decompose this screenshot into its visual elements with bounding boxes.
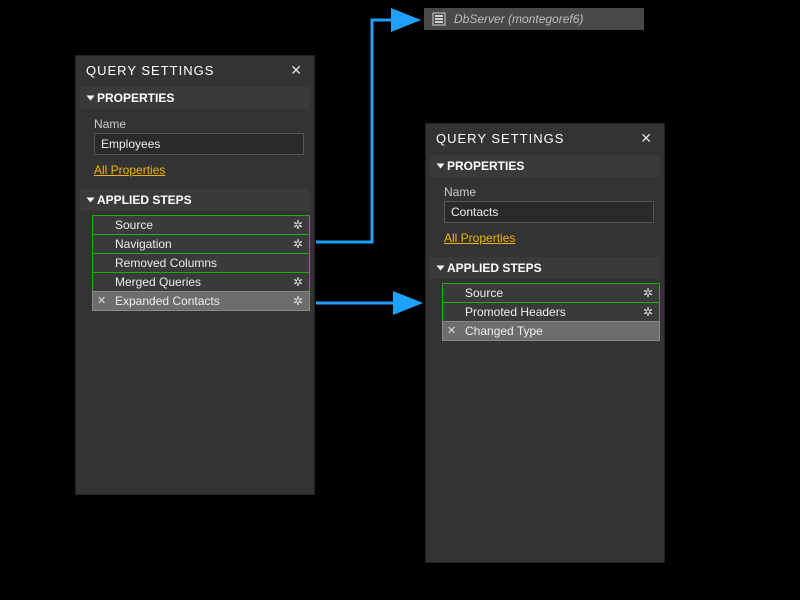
step-row[interactable]: ✕ Expanded Contacts ✲	[92, 291, 310, 311]
db-server-item[interactable]: DbServer (montegoref6)	[424, 8, 644, 30]
properties-heading: PROPERTIES	[447, 159, 524, 173]
applied-steps-section-header[interactable]: APPLIED STEPS	[80, 189, 310, 211]
step-label: Source	[115, 218, 153, 232]
collapse-icon	[87, 96, 95, 101]
properties-section-body: Name All Properties	[430, 179, 660, 253]
gear-icon[interactable]: ✲	[643, 305, 653, 319]
panel-title: QUERY SETTINGS	[436, 131, 564, 146]
step-label: Navigation	[115, 237, 172, 251]
step-row[interactable]: Removed Columns	[92, 253, 310, 273]
name-label: Name	[444, 185, 656, 199]
step-row[interactable]: ✕ Changed Type	[442, 321, 660, 341]
query-settings-panel-left: QUERY SETTINGS ✕ PROPERTIES Name All Pro…	[75, 55, 315, 495]
step-label: Changed Type	[465, 324, 543, 338]
all-properties-link[interactable]: All Properties	[444, 231, 515, 245]
steps-empty-area	[442, 341, 660, 541]
collapse-icon	[437, 266, 445, 271]
gear-icon[interactable]: ✲	[293, 237, 303, 251]
step-row[interactable]: Merged Queries ✲	[92, 272, 310, 292]
gear-icon[interactable]: ✲	[293, 218, 303, 232]
name-input[interactable]	[444, 201, 654, 223]
properties-heading: PROPERTIES	[97, 91, 174, 105]
collapse-icon	[87, 198, 95, 203]
panel-header: QUERY SETTINGS ✕	[76, 56, 314, 85]
properties-section-header[interactable]: PROPERTIES	[80, 87, 310, 109]
steps-empty-area	[92, 311, 310, 481]
name-label: Name	[94, 117, 306, 131]
gear-icon[interactable]: ✲	[293, 294, 303, 308]
step-label: Expanded Contacts	[115, 294, 220, 308]
gear-icon[interactable]: ✲	[643, 286, 653, 300]
step-row[interactable]: Navigation ✲	[92, 234, 310, 254]
panel-title: QUERY SETTINGS	[86, 63, 214, 78]
step-row[interactable]: Source ✲	[442, 283, 660, 303]
query-settings-panel-right: QUERY SETTINGS ✕ PROPERTIES Name All Pro…	[425, 123, 665, 563]
all-properties-link[interactable]: All Properties	[94, 163, 165, 177]
name-input[interactable]	[94, 133, 304, 155]
gear-icon[interactable]: ✲	[293, 275, 303, 289]
step-label: Promoted Headers	[465, 305, 566, 319]
close-icon[interactable]: ✕	[638, 130, 654, 147]
collapse-icon	[437, 164, 445, 169]
database-icon	[432, 12, 446, 26]
applied-steps-list: Source ✲ Promoted Headers ✲ ✕ Changed Type	[442, 283, 660, 341]
applied-steps-heading: APPLIED STEPS	[447, 261, 542, 275]
applied-steps-list: Source ✲ Navigation ✲ Removed Columns Merged…	[92, 215, 310, 311]
step-row[interactable]: Promoted Headers ✲	[442, 302, 660, 322]
applied-steps-section-header[interactable]: APPLIED STEPS	[430, 257, 660, 279]
close-icon[interactable]: ✕	[288, 62, 304, 79]
delete-step-icon[interactable]: ✕	[447, 324, 456, 337]
properties-section-body: Name All Properties	[80, 111, 310, 185]
properties-section-header[interactable]: PROPERTIES	[430, 155, 660, 177]
step-label: Merged Queries	[115, 275, 201, 289]
step-row[interactable]: Source ✲	[92, 215, 310, 235]
db-server-label: DbServer (montegoref6)	[454, 12, 583, 26]
step-label: Source	[465, 286, 503, 300]
delete-step-icon[interactable]: ✕	[97, 294, 106, 307]
applied-steps-heading: APPLIED STEPS	[97, 193, 192, 207]
step-label: Removed Columns	[115, 256, 217, 270]
panel-header: QUERY SETTINGS ✕	[426, 124, 664, 153]
